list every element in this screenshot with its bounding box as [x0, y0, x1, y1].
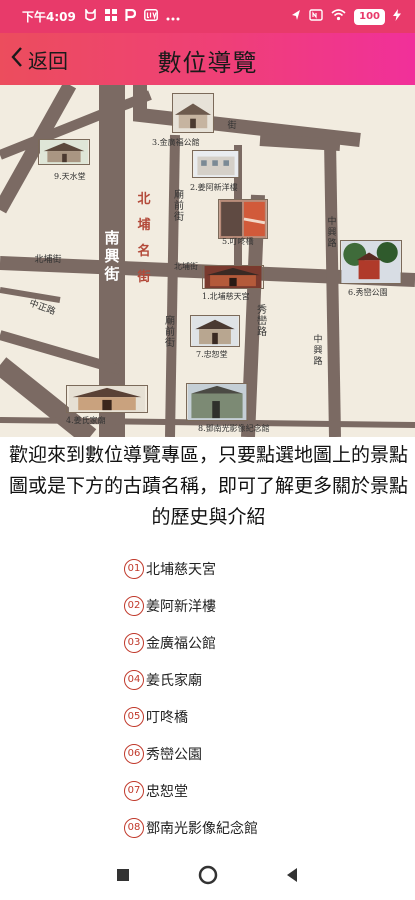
site-name: 鄧南光影像紀念館	[146, 820, 258, 837]
site-name: 北埔慈天宮	[146, 561, 216, 578]
spot-photo	[340, 240, 402, 284]
news-icon	[143, 9, 158, 24]
triangle-back-icon	[287, 868, 297, 882]
site-number-badge: 01	[124, 558, 144, 579]
map-spot-label-7: 7.忠恕堂	[196, 350, 228, 359]
map-spot-label-1: 1.北埔慈天宮	[202, 292, 250, 301]
site-number-badge: 04	[124, 669, 144, 690]
street-label-miaoqian: 廟前街	[174, 190, 184, 223]
map-spot-label-9: 9.天水堂	[54, 172, 86, 181]
street-label-beipu-small: 北埔街	[174, 262, 198, 271]
street-label-miaoqian-2: 廟前街	[165, 316, 175, 349]
spot-photo	[172, 93, 214, 133]
circle-icon	[198, 865, 218, 885]
site-item[interactable]: 01 北埔慈天宮	[124, 550, 258, 587]
site-item[interactable]: 02 姜阿新洋樓	[124, 587, 258, 624]
site-item[interactable]: 03 金廣福公館	[124, 624, 258, 661]
site-number-badge: 05	[124, 706, 144, 727]
street-label-beipu-name: 北埔名街	[137, 192, 151, 285]
status-bar: 下午4:09 100	[0, 0, 415, 33]
map-spot-label-8: 8.鄧南光影像紀念館	[198, 424, 270, 433]
site-name: 秀巒公園	[146, 746, 202, 763]
site-item[interactable]: 05 叮咚橋	[124, 698, 258, 735]
spot-photo	[202, 265, 264, 289]
map-spot-label-2: 2.姜阿新洋樓	[190, 183, 238, 192]
square-icon	[117, 869, 129, 881]
spot-photo	[192, 150, 240, 178]
spot-photo	[218, 199, 268, 239]
street-label-zhongxing: 中興路	[327, 217, 337, 249]
grid-icon	[104, 9, 117, 24]
system-nav-bar	[0, 855, 415, 900]
map-spot-label-6: 6.秀巒公園	[348, 288, 388, 297]
site-name: 姜阿新洋樓	[146, 598, 216, 615]
spot-photo	[66, 385, 148, 413]
street-label-nanxing: 南興街	[104, 229, 120, 283]
status-time: 下午4:09	[22, 10, 76, 24]
map-spot-label-4: 4.姜氏家廟	[66, 416, 106, 425]
status-left: 下午4:09	[22, 6, 180, 25]
tour-map: 3.金廣福公館 9.天水堂 2.姜阿新洋樓 5.叮咚橋 6.秀巒公園 1.北埔慈…	[0, 85, 415, 437]
cast-icon	[309, 9, 323, 24]
map-spot-label-5: 5.叮咚橋	[222, 237, 254, 246]
site-item[interactable]: 04 姜氏家廟	[124, 661, 258, 698]
location-icon	[291, 9, 301, 24]
site-number-badge: 07	[124, 780, 144, 801]
street-label-jie: 街	[227, 121, 237, 131]
site-name: 姜氏家廟	[146, 672, 202, 689]
more-icon	[166, 10, 180, 24]
spot-photo	[186, 383, 248, 421]
home-button[interactable]	[198, 865, 218, 889]
spot-photo	[190, 315, 240, 347]
site-number-badge: 06	[124, 743, 144, 764]
back-nav-button[interactable]	[285, 867, 299, 887]
spot-photo	[38, 139, 90, 165]
site-number-badge: 08	[124, 817, 144, 838]
recents-button[interactable]	[116, 867, 130, 886]
site-name: 叮咚橋	[146, 709, 188, 726]
site-list: 01 北埔慈天宮 02 姜阿新洋樓 03 金廣福公館 04 姜氏家廟 05 叮咚…	[124, 550, 258, 846]
street-label-zhongxing-2: 中興路	[313, 335, 323, 367]
site-item[interactable]: 08 鄧南光影像紀念館	[124, 809, 258, 846]
wifi-icon	[331, 9, 346, 24]
app-header: 返回 數位導覽	[0, 33, 415, 85]
battery-indicator: 100	[354, 8, 385, 25]
site-item[interactable]: 06 秀巒公園	[124, 735, 258, 772]
status-right: 100	[291, 8, 401, 25]
map-spot-label-3: 3.金廣福公館	[152, 138, 200, 147]
site-item[interactable]: 07 忠恕堂	[124, 772, 258, 809]
street-label-xiuluan: 秀巒路	[257, 305, 267, 338]
street-label-beipu: 北埔街	[34, 255, 62, 265]
site-number-badge: 02	[124, 595, 144, 616]
site-name: 忠恕堂	[146, 783, 188, 800]
p-icon	[125, 8, 136, 25]
page-title: 數位導覽	[157, 49, 258, 77]
cat-icon	[84, 6, 97, 25]
site-name: 金廣福公館	[146, 635, 216, 652]
intro-text: 歡迎來到數位導覽專區，只要點選地圖上的景點圖或是下方的古蹟名稱，即可了解更多關於…	[8, 444, 408, 528]
charging-icon	[393, 9, 401, 24]
site-number-badge: 03	[124, 632, 144, 653]
